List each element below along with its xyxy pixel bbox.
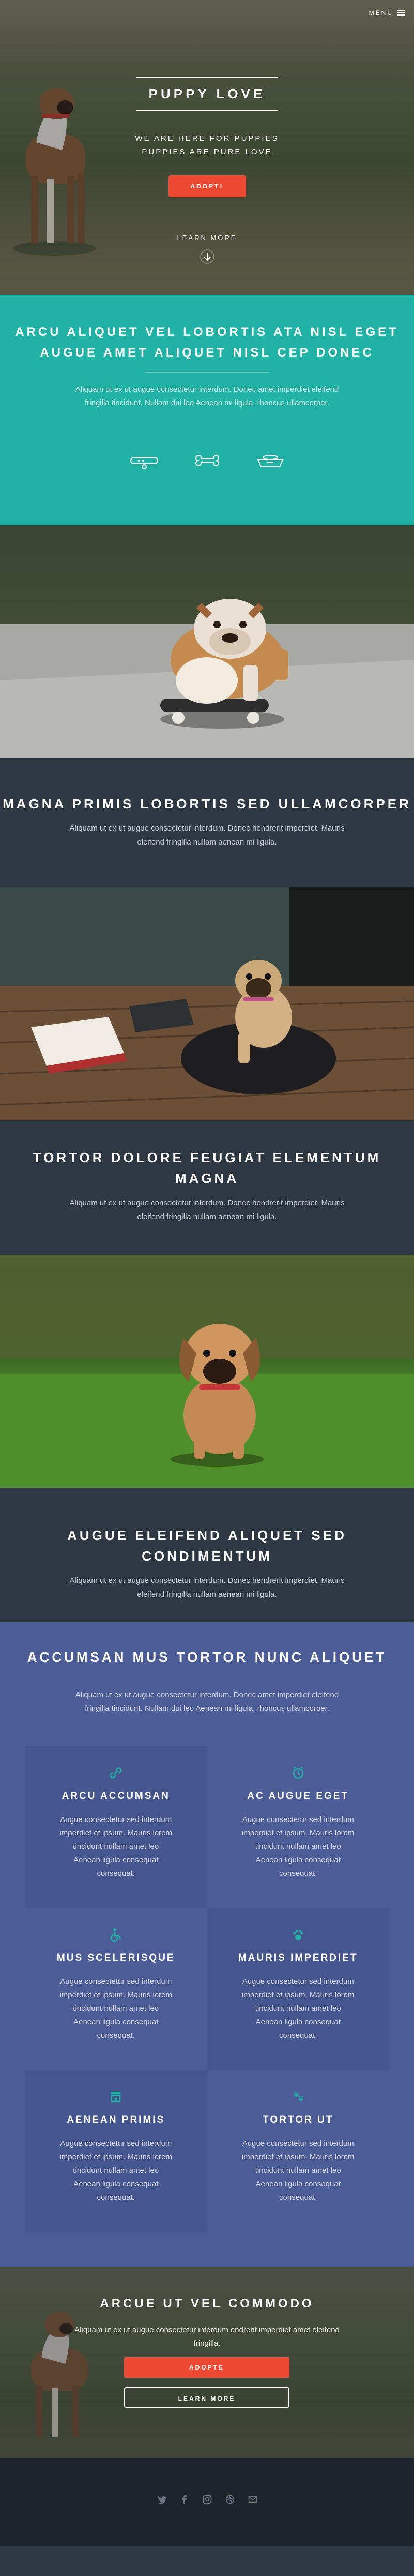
collar-icon (130, 457, 158, 469)
feature-item: TORTOR UT Augue consectetur sed interdum… (207, 2070, 389, 2232)
menu-button[interactable]: MENU (369, 9, 405, 17)
alarm-icon (293, 1766, 303, 1779)
feature-item: ARCU ACCUMSAN Augue consectetur sed inte… (25, 1746, 207, 1908)
hero-subtitle: WE ARE HERE FOR PUPPIES PUPPIES ARE PURE… (135, 134, 279, 156)
feature-item: MAURIS IMPERDIET Augue consectetur sed i… (207, 1908, 389, 2070)
feature-title: MAURIS IMPERDIET (238, 1952, 358, 1963)
feature-title: AC AUGUE EGET (247, 1790, 349, 1801)
cta-title: ARCUE UT VEL COMMODO (100, 2297, 314, 2311)
footer (0, 2458, 414, 2546)
email-icon[interactable] (248, 2494, 258, 2505)
feature-title: TORTOR UT (263, 2114, 334, 2125)
feature-item: AENEAN PRIMIS Augue consectetur sed inte… (25, 2070, 207, 2232)
learn-more-link[interactable]: LEARN MORE (0, 234, 414, 264)
paw-icon (293, 1930, 303, 1940)
feature-text: Augue consectetur sed interdum imperdiet … (241, 1977, 355, 2040)
cta-text: Aliquam ut ex ut augue consectetur inter… (74, 2326, 340, 2348)
photo-bulldog-skateboard (0, 525, 414, 758)
hero-content: PUPPY LOVE WE ARE HERE FOR PUPPIES PUPPI… (0, 77, 414, 197)
spotlight-2: TORTOR DOLORE FEUGIAT ELEMENTUM MAGNA Al… (0, 1120, 414, 1255)
feature-title: AENEAN PRIMIS (67, 2114, 165, 2125)
feature-title: MUS SCELERISQUE (56, 1952, 175, 1963)
spotlight-3: AUGUE ELEIFEND ALIQUET SED CONDIMENTUM A… (0, 1488, 414, 1622)
page: MENU PUPPY LOVE WE ARE HERE FOR PUPPIES … (0, 0, 414, 2546)
puppy-grass-image (0, 1255, 414, 1488)
facebook-icon[interactable] (179, 2494, 190, 2505)
spotlight-3-text: Aliquam ut ex ut augue consectetur inter… (69, 1576, 345, 1599)
photo-pug-beanbag (0, 887, 414, 1120)
photo-puppy-grass (0, 1255, 414, 1488)
feature-text: Augue consectetur sed interdum imperdiet … (241, 2139, 355, 2202)
site-title: PUPPY LOVE (136, 77, 278, 111)
feature-text: Augue consectetur sed interdum imperdiet … (59, 1815, 173, 1878)
bone-icon (195, 455, 219, 466)
wheelchair-icon (111, 1928, 121, 1942)
feature-item: AC AUGUE EGET Augue consectetur sed inte… (207, 1746, 389, 1908)
food-bowl-icon (256, 455, 284, 467)
pug-beanbag-image (0, 887, 414, 1120)
features-text: Aliquam ut ex ut augue consectetur inter… (75, 1691, 339, 1713)
intro-banner: ARCU ALIQUET VEL LOBORTIS ATA NISL EGET … (0, 295, 414, 525)
feature-title: ARCU ACCUMSAN (62, 1790, 170, 1801)
twitter-icon[interactable] (157, 2494, 167, 2505)
banner-icons (0, 450, 414, 471)
dribbble-icon[interactable] (225, 2494, 235, 2505)
banner-divider (145, 372, 269, 373)
spotlight-3-title: AUGUE ELEIFEND ALIQUET SED CONDIMENTUM (67, 1528, 347, 1564)
shop-icon (111, 2092, 121, 2103)
hero-section: MENU PUPPY LOVE WE ARE HERE FOR PUPPIES … (0, 0, 414, 295)
banner-text: Aliquam ut ex ut augue consectetur inter… (75, 385, 339, 407)
adopt-button[interactable]: ADOPT! (168, 175, 246, 197)
spotlight-1: MAGNA PRIMIS LOBORTIS SED ULLAMCORPER Al… (0, 758, 414, 887)
arrow-down-icon (200, 249, 214, 264)
instagram-icon[interactable] (202, 2494, 212, 2505)
feature-text: Augue consectetur sed interdum imperdiet … (59, 2139, 173, 2202)
cta-section: ARCUE UT VEL COMMODO Aliquam ut ex ut au… (0, 2267, 414, 2458)
learn-more-button[interactable]: LEARN MORE (124, 2387, 289, 2408)
link-icon (110, 1767, 122, 1779)
spotlight-1-title: MAGNA PRIMIS LOBORTIS SED ULLAMCORPER (3, 796, 411, 811)
menu-label: MENU (369, 9, 393, 17)
hamburger-icon (397, 10, 405, 16)
features-grid: ARCU ACCUMSAN Augue consectetur sed inte… (25, 1746, 389, 2232)
bulldog-skateboard-image (0, 525, 414, 758)
features-title: ACCUMSAN MUS TORTOR NUNC ALIQUET (27, 1649, 387, 1665)
feature-text: Augue consectetur sed interdum imperdiet … (241, 1815, 355, 1878)
banner-title: ARCU ALIQUET VEL LOBORTIS ATA NISL EGET … (15, 325, 399, 360)
feature-text: Augue consectetur sed interdum imperdiet … (59, 1977, 173, 2040)
features-section: ACCUMSAN MUS TORTOR NUNC ALIQUET Aliquam… (0, 1622, 414, 2267)
spotlight-1-text: Aliquam ut ex ut augue consectetur inter… (69, 824, 345, 847)
paw-print-icon (294, 2092, 303, 2101)
social-links (0, 2494, 414, 2505)
spotlight-2-text: Aliquam ut ex ut augue consectetur inter… (69, 1198, 345, 1221)
spotlight-2-title: TORTOR DOLORE FEUGIAT ELEMENTUM MAGNA (33, 1150, 381, 1186)
feature-item: MUS SCELERISQUE Augue consectetur sed in… (25, 1908, 207, 2070)
adopt-cta-button[interactable]: ADOPTE (124, 2357, 289, 2378)
learn-more-label: LEARN MORE (177, 234, 237, 242)
